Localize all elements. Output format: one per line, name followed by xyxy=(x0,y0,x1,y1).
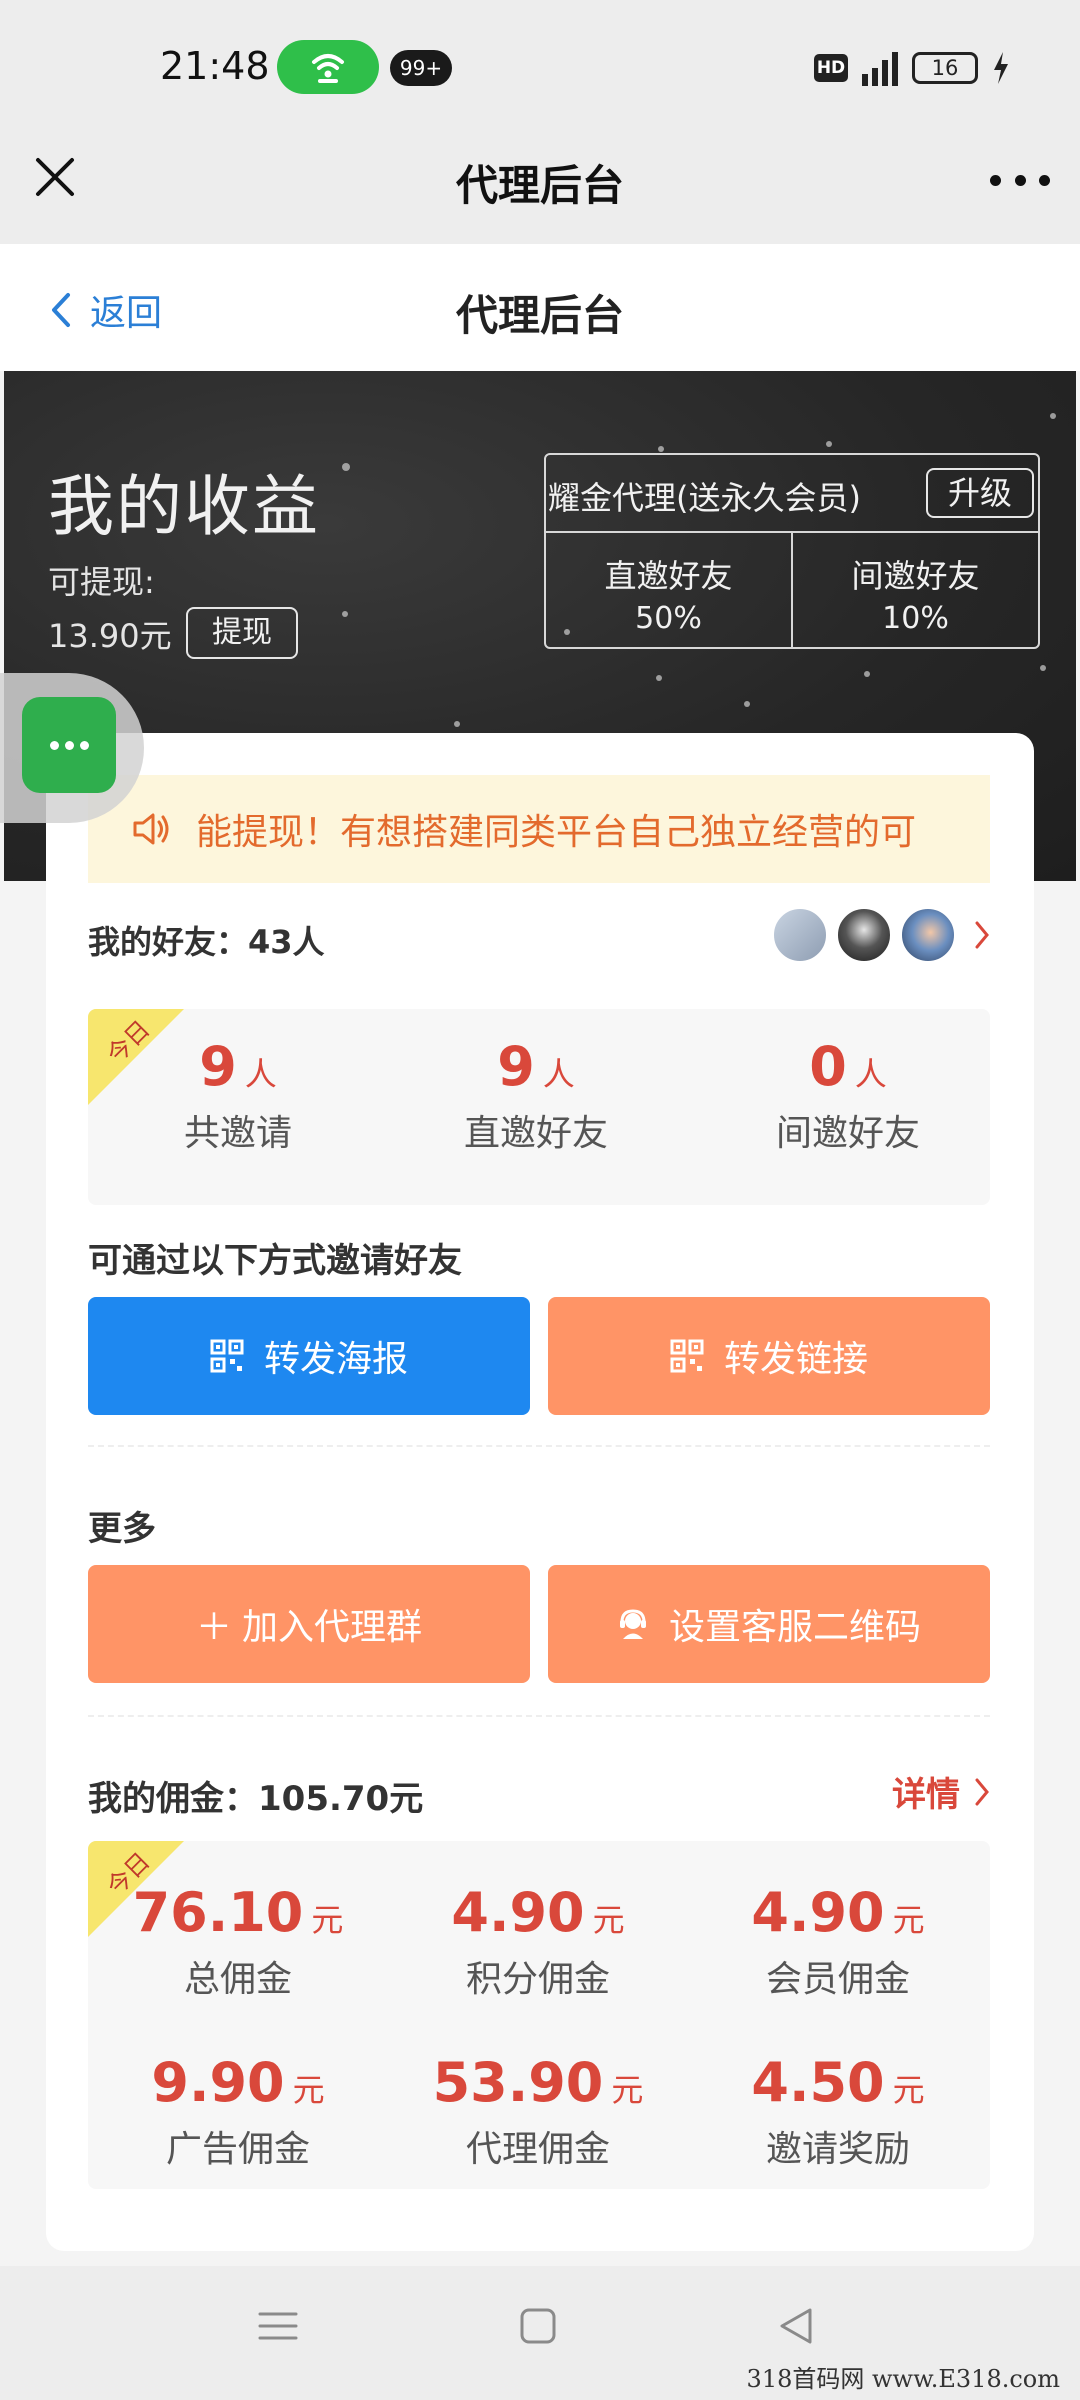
indirect-rate-cell: 间邀好友 10% xyxy=(791,533,1038,647)
invite-section-title: 可通过以下方式邀请好友 xyxy=(88,1241,462,1281)
commission-total-label: 我的佣金：105.70元 xyxy=(88,1779,424,1819)
stat-member-commission: 4.90 元 会员佣金 xyxy=(751,1881,925,2000)
join-agent-group-button[interactable]: ＋ 加入代理群 xyxy=(88,1565,530,1683)
home-icon[interactable] xyxy=(518,2306,558,2346)
menu-icon[interactable] xyxy=(258,2306,298,2346)
join-agent-group-label: ＋ 加入代理群 xyxy=(195,1606,422,1647)
stat-indirect-invites: 0人 间邀好友 xyxy=(775,1035,920,1154)
direct-rate-label: 直邀好友 xyxy=(604,557,733,595)
page-title: 代理后台 xyxy=(455,291,624,340)
stat-total-invites: 9人 共邀请 xyxy=(183,1035,292,1154)
indirect-rate-label: 间邀好友 xyxy=(851,557,980,595)
avatar xyxy=(772,907,828,963)
share-poster-button[interactable]: 转发海报 xyxy=(88,1297,530,1415)
set-service-qr-label: 设置客服二维码 xyxy=(668,1606,921,1647)
agent-card: 能提现！有想搭建同类平台自己独立经营的可 我的好友：43人 今日 9人 共邀请 … xyxy=(46,733,1034,2251)
qrcode-icon xyxy=(670,1339,704,1373)
stat-direct-invites: 9人 直邀好友 xyxy=(463,1035,608,1154)
page-header: 返回 代理后台 xyxy=(0,244,1080,371)
charging-icon xyxy=(994,52,1008,84)
notice-text: 能提现！有想搭建同类平台自己独立经营的可 xyxy=(196,812,917,853)
agent-level-box: 耀金代理(送永久会员) 升级 直邀好友 50% 间邀好友 10% xyxy=(544,453,1040,649)
chevron-right-icon xyxy=(975,921,989,949)
agent-level-name: 耀金代理(送永久会员) xyxy=(548,479,861,517)
floating-chat-bubble[interactable] xyxy=(0,673,144,823)
commission-today-stats: 今日 76.10 元 总佣金 4.90 元 积分佣金 4.90 元 会员佣金 9.90… xyxy=(88,1841,990,2189)
nav-title: 代理后台 xyxy=(455,161,624,210)
divider xyxy=(88,1715,990,1717)
withdrawable-label: 可提现: xyxy=(48,563,155,601)
upgrade-button[interactable]: 升级 xyxy=(926,468,1034,518)
friends-count-label: 我的好友：43人 xyxy=(88,923,325,961)
withdraw-button[interactable]: 提现 xyxy=(186,607,298,659)
signal-icon xyxy=(862,50,898,86)
avatar xyxy=(900,907,956,963)
direct-rate-cell: 直邀好友 50% xyxy=(546,533,791,647)
friends-today-stats: 今日 9人 共邀请 9人 直邀好友 0人 间邀好友 xyxy=(88,1009,990,1205)
direct-rate-value: 50% xyxy=(635,601,702,636)
friend-avatars[interactable] xyxy=(764,907,990,963)
friends-row[interactable]: 我的好友：43人 xyxy=(88,907,990,963)
qrcode-icon xyxy=(210,1339,244,1373)
earnings-title: 我的收益 xyxy=(48,468,320,545)
speaker-icon xyxy=(133,813,169,845)
chevron-right-icon xyxy=(975,1778,989,1805)
notice-banner[interactable]: 能提现！有想搭建同类平台自己独立经营的可 xyxy=(88,775,990,883)
share-link-label: 转发链接 xyxy=(723,1338,868,1379)
avatar xyxy=(836,907,892,963)
share-poster-label: 转发海报 xyxy=(263,1338,408,1379)
stat-agent-commission: 53.90 元 代理佣金 xyxy=(432,2051,644,2170)
status-bar: 21:48 99+ HD 16 xyxy=(0,0,1080,130)
system-nav-bar: 318首码网 www.E318.com xyxy=(0,2266,1080,2400)
stat-points-commission: 4.90 元 积分佣金 xyxy=(451,1881,625,2000)
customer-service-icon xyxy=(619,1609,646,1639)
back-triangle-icon[interactable] xyxy=(776,2306,816,2346)
main-content: 我的收益 可提现: 13.90元 提现 耀金代理(送永久会员) 升级 直邀好友 … xyxy=(0,371,1080,2266)
wifi-hotspot-pill xyxy=(277,40,379,94)
more-section-title: 更多 xyxy=(88,1509,156,1549)
indirect-rate-value: 10% xyxy=(882,601,949,636)
wifi-icon xyxy=(312,54,344,83)
set-service-qr-button[interactable]: 设置客服二维码 xyxy=(548,1565,990,1683)
notification-badge: 99+ xyxy=(390,50,452,86)
chat-more-icon xyxy=(22,697,116,793)
divider xyxy=(88,1445,990,1447)
commission-row: 我的佣金：105.70元 详情 xyxy=(88,1767,990,1819)
more-dots-icon[interactable] xyxy=(990,160,1050,200)
hd-icon: HD xyxy=(814,54,848,82)
watermark: 318首码网 www.E318.com xyxy=(746,2365,1060,2393)
stat-total-commission: 76.10 元 总佣金 xyxy=(132,1881,344,2000)
stat-invite-reward: 4.50 元 邀请奖励 xyxy=(751,2051,925,2170)
commission-detail-link[interactable]: 详情 xyxy=(892,1767,990,1816)
withdrawable-amount: 13.90元 xyxy=(48,617,172,655)
top-navbar: 代理后台 xyxy=(0,130,1080,244)
share-link-button[interactable]: 转发链接 xyxy=(548,1297,990,1415)
status-indicators: HD 16 xyxy=(814,50,1010,86)
stat-ad-commission: 9.90 元 广告佣金 xyxy=(151,2051,325,2170)
status-time: 21:48 xyxy=(160,44,270,88)
battery-icon: 16 xyxy=(912,52,978,84)
